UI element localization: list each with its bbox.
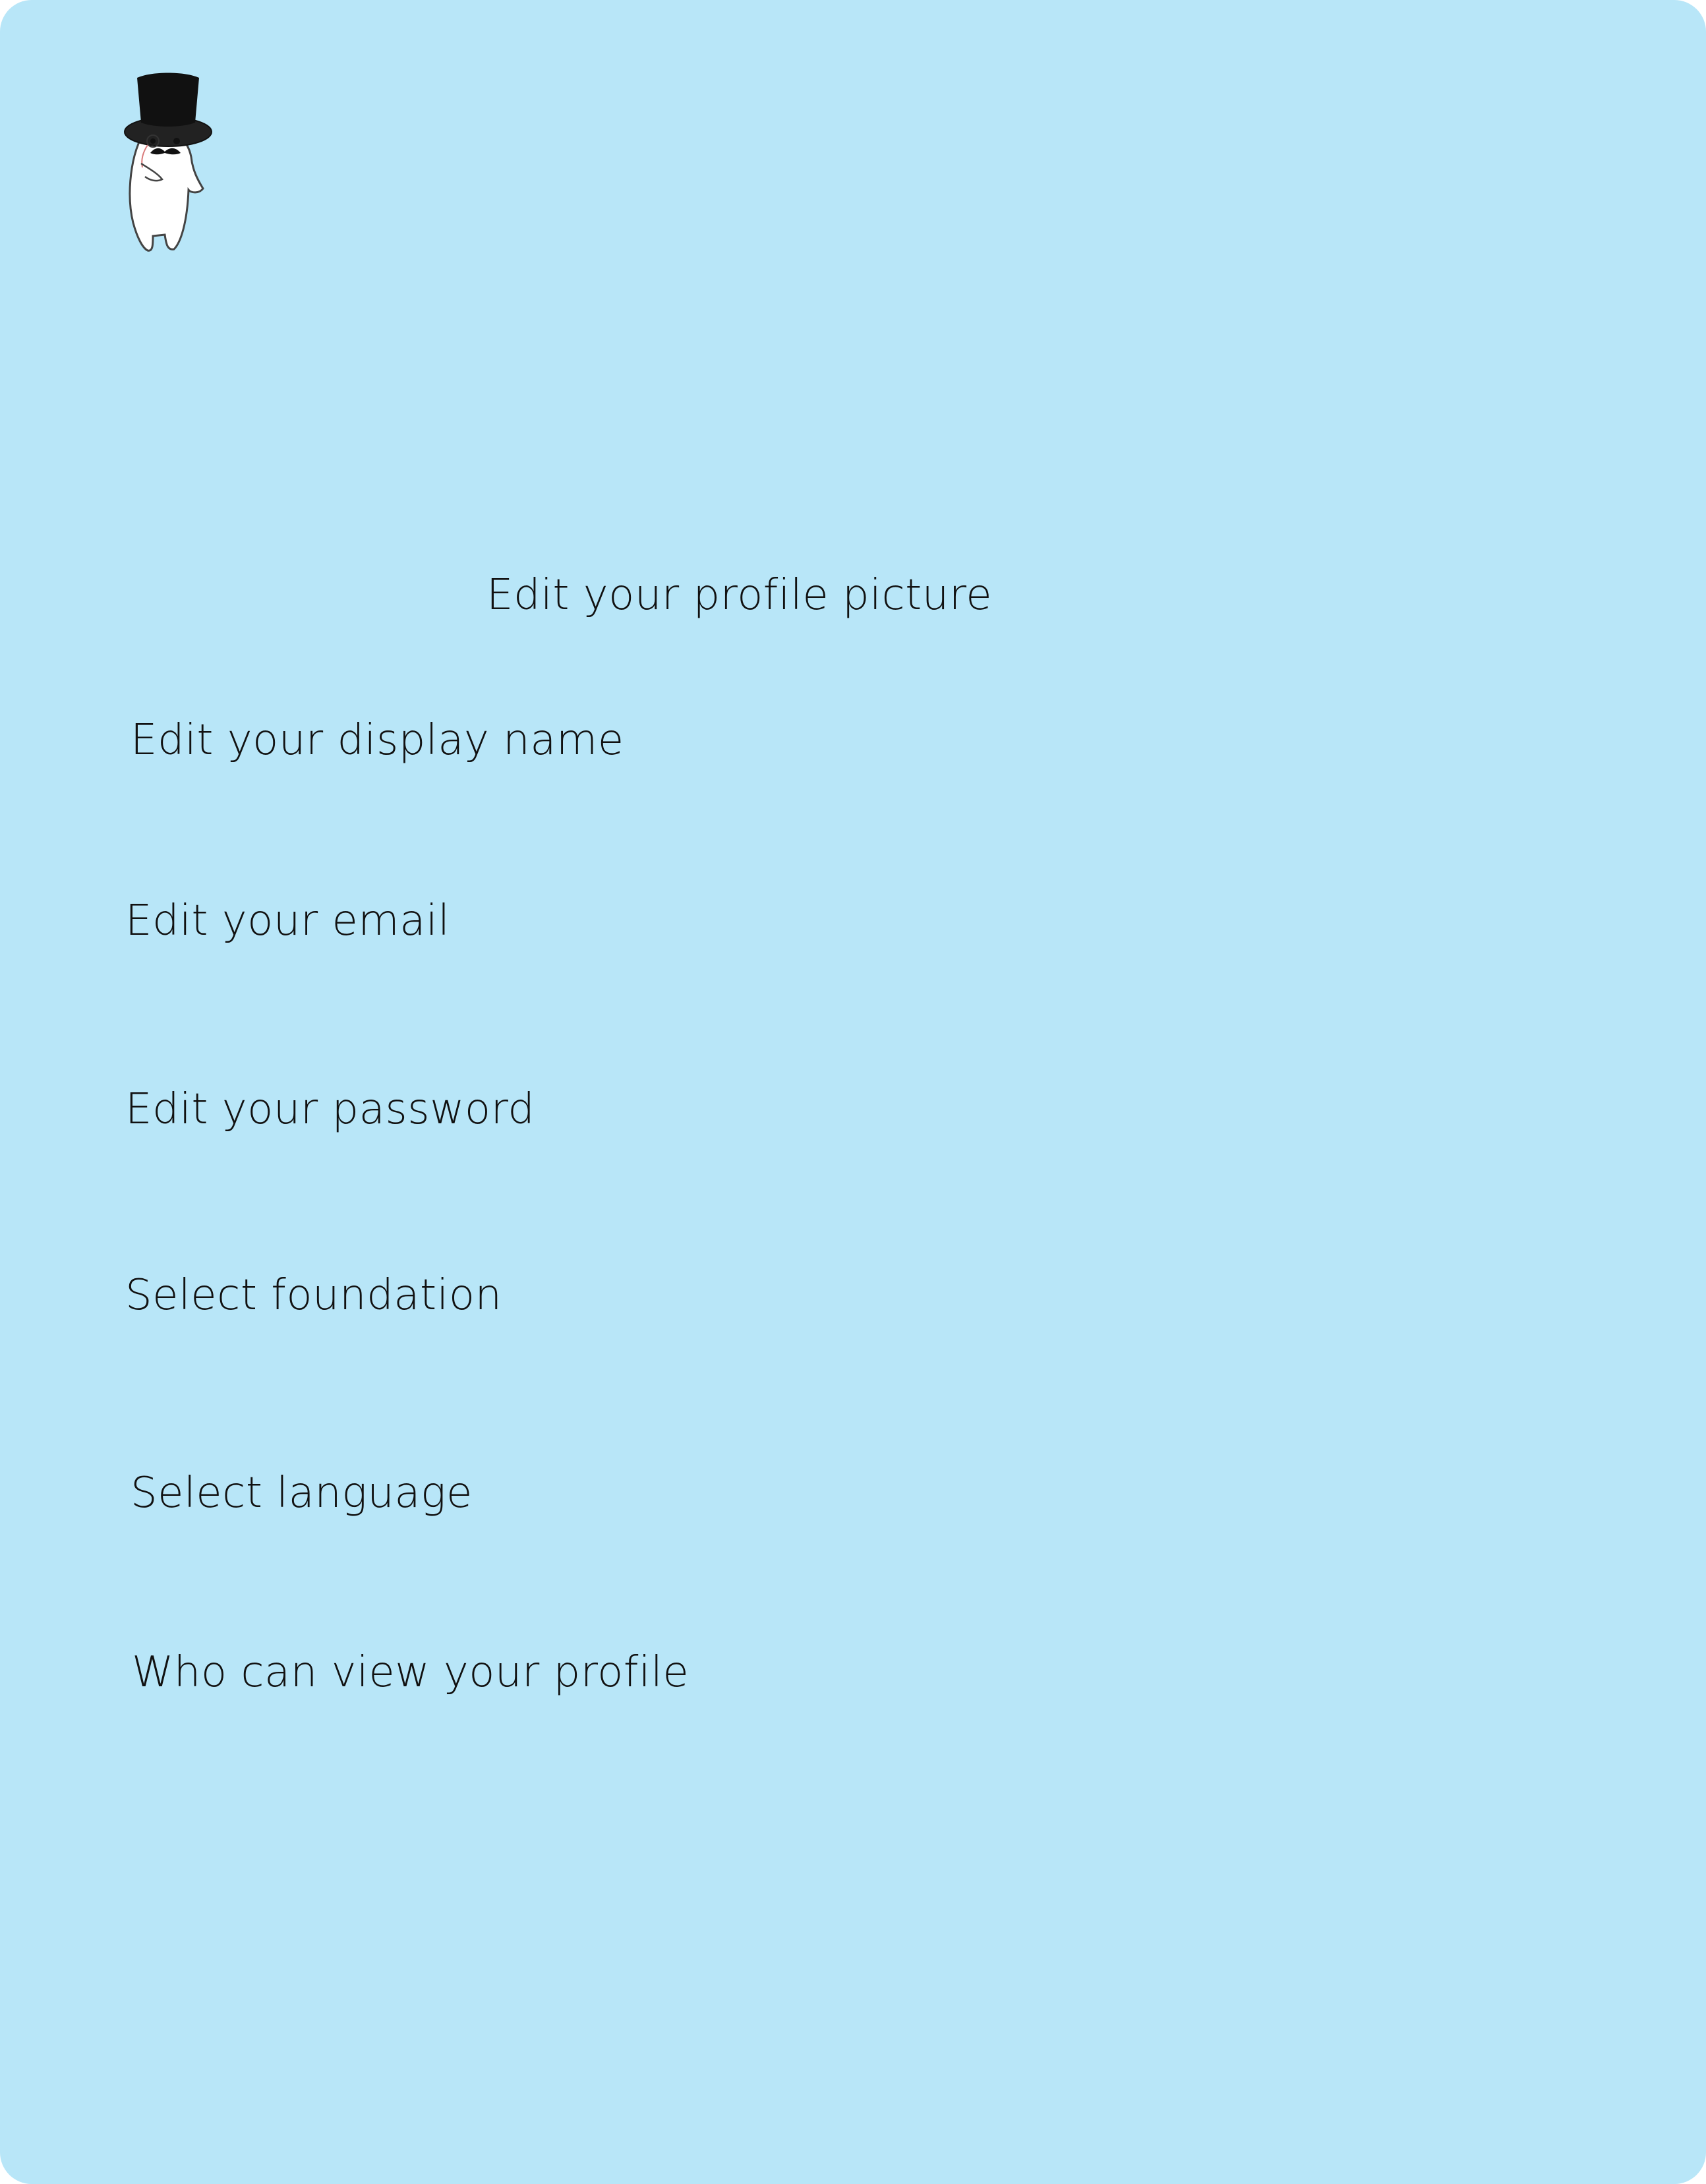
select-foundation-link[interactable]: Select foundation	[125, 1271, 502, 1320]
select-language-link[interactable]: Select language	[131, 1469, 473, 1518]
edit-password-link[interactable]: Edit your password	[125, 1085, 535, 1134]
edit-profile-picture-link[interactable]: Edit your profile picture	[486, 571, 992, 620]
edit-display-name-link[interactable]: Edit your display name	[131, 716, 624, 765]
settings-panel: Edit your profile picture Edit your disp…	[0, 0, 1706, 2184]
edit-email-link[interactable]: Edit your email	[125, 897, 450, 945]
mascot-logo-icon	[119, 71, 218, 256]
profile-visibility-link[interactable]: Who can view your profile	[132, 1648, 689, 1697]
